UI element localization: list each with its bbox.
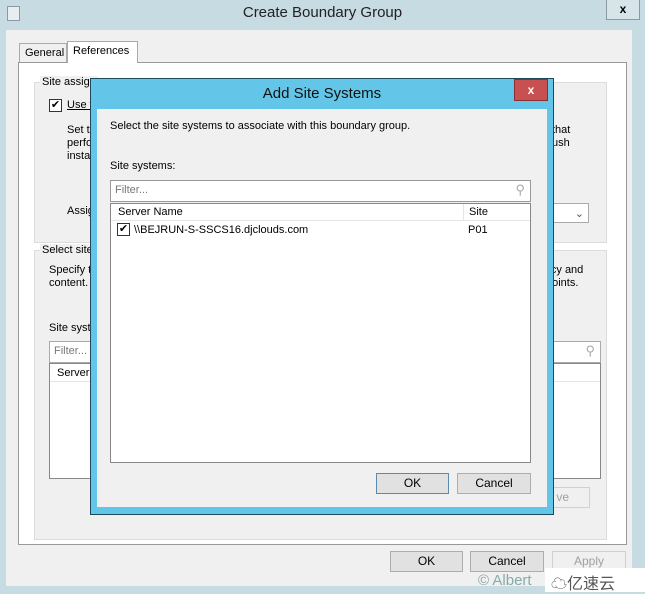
dialog-title: Add Site Systems xyxy=(262,85,382,102)
desc-line: ush xyxy=(552,137,570,149)
desc-line: that xyxy=(552,124,571,136)
column-header-site[interactable]: Site xyxy=(463,204,523,221)
dialog-close-button[interactable]: x xyxy=(514,79,548,101)
search-icon: ⚲ xyxy=(585,343,595,358)
desc-line: content. xyxy=(49,277,89,289)
cancel-button[interactable]: Cancel xyxy=(470,551,544,572)
desc-line: Specify t xyxy=(49,264,92,276)
use-checkbox[interactable]: ✔ xyxy=(49,99,62,112)
filter-placeholder: Filter... xyxy=(115,184,149,196)
dialog-ok-button[interactable]: OK xyxy=(376,473,449,494)
ok-button[interactable]: OK xyxy=(390,551,463,572)
filter-placeholder: Filter... xyxy=(54,345,88,357)
site-systems-label: Site systems: xyxy=(110,160,176,172)
tab-general[interactable]: General xyxy=(19,43,67,63)
search-icon: ⚲ xyxy=(515,182,525,197)
column-header-server-name[interactable]: Server Name xyxy=(118,206,183,218)
tab-references[interactable]: References xyxy=(67,41,138,63)
dialog-instruction: Select the site systems to associate wit… xyxy=(110,120,411,132)
site-code: P01 xyxy=(468,224,488,236)
watermark-credit: © Albert xyxy=(478,572,532,589)
row-checkbox[interactable]: ✔ xyxy=(117,223,130,236)
dialog-filter-input[interactable]: Filter... ⚲ xyxy=(110,180,531,202)
table-row[interactable]: ✔ \\BEJRUN-S-SSCS16.djclouds.com P01 xyxy=(111,221,530,239)
dialog-body: Select the site systems to associate wit… xyxy=(97,109,547,507)
logo-text: 亿速云 xyxy=(567,576,616,593)
window-close-button[interactable]: x xyxy=(606,0,640,20)
cloud-icon: ☁ xyxy=(551,576,568,593)
use-checkbox-label: Use t xyxy=(67,99,93,111)
site-systems-list[interactable]: Server Name Site ✔ \\BEJRUN-S-SSCS16.djc… xyxy=(110,203,531,463)
window-title: Create Boundary Group xyxy=(242,4,403,21)
chevron-down-icon: ⌄ xyxy=(574,208,584,220)
list-header: Server Name Site xyxy=(111,204,530,221)
add-site-systems-dialog: Add Site Systems x Select the site syste… xyxy=(90,78,554,515)
watermark-logo: ☁亿速云 xyxy=(545,568,645,593)
server-name: \\BEJRUN-S-SSCS16.djclouds.com xyxy=(134,224,309,236)
dialog-cancel-button[interactable]: Cancel xyxy=(457,473,531,494)
select-site-label: Select site xyxy=(40,244,95,256)
